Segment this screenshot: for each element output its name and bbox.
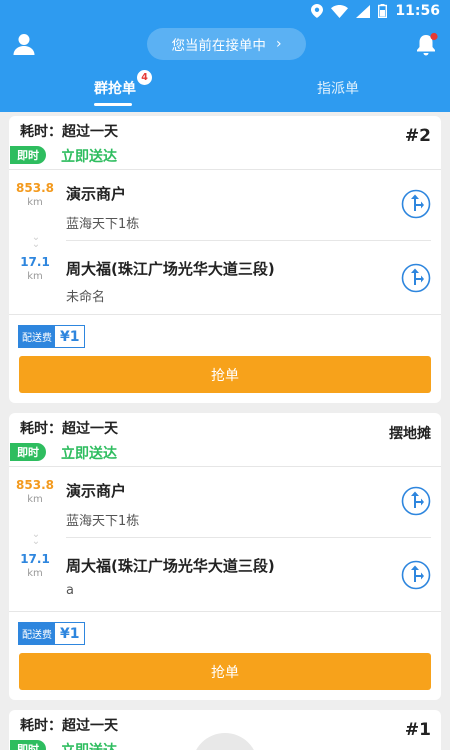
order-tag: 摆地摊	[389, 426, 431, 442]
navigate-icon[interactable]	[401, 486, 431, 516]
pickup-distance-value: 853.8	[16, 478, 54, 492]
dropoff-distance-unit: km	[27, 271, 43, 282]
dropoff-distance-value: 17.1	[20, 552, 50, 566]
order-card[interactable]: 耗时：超过一天 摆地摊 即时 立即送达 853.8 km 演示商户 蓝海天下1栋…	[9, 413, 441, 700]
location-icon	[311, 4, 324, 18]
elapsed-time: 耗时：超过一天	[20, 718, 118, 734]
chevron-right-icon: ›	[275, 36, 282, 52]
receiving-status-text: 您当前在接单中	[171, 38, 266, 54]
route-arrow-icon: ⌄ ⌄	[31, 232, 41, 250]
pickup-detail: 蓝海天下1栋	[66, 217, 140, 232]
delivery-mode: 立即送达	[61, 740, 117, 750]
dropoff-distance-unit: km	[27, 568, 43, 579]
app-header: 11:56 您当前在接单中 › 群抢单 4 指派单	[0, 0, 450, 112]
tab-group-grab[interactable]: 群抢单	[85, 76, 145, 100]
delivery-mode: 立即送达	[61, 446, 117, 462]
navigate-icon[interactable]	[401, 189, 431, 219]
divider	[9, 314, 441, 315]
dropoff-detail: 未命名	[66, 290, 106, 305]
delivery-fee: 配送费 ¥1	[18, 622, 86, 645]
dropoff-name: 周大福(珠江广场光华大道三段)	[66, 557, 275, 575]
tab-assigned-label: 指派单	[317, 81, 359, 97]
dropoff-distance: 17.1 km	[15, 552, 55, 579]
divider	[66, 537, 431, 538]
delivery-fee-label: 配送费	[19, 326, 55, 347]
delivery-fee-value: ¥1	[55, 623, 85, 644]
pickup-distance: 853.8 km	[15, 181, 55, 208]
divider	[66, 240, 431, 241]
instant-badge: 即时	[10, 740, 46, 750]
divider	[9, 169, 441, 170]
dropoff-distance: 17.1 km	[15, 255, 55, 282]
user-icon[interactable]	[12, 32, 36, 56]
delivery-fee-value: ¥1	[55, 326, 85, 347]
status-bar: 11:56	[0, 0, 450, 24]
bell-icon[interactable]	[414, 31, 440, 57]
instant-badge: 即时	[10, 443, 46, 461]
dropoff-detail: a	[66, 583, 74, 598]
pickup-distance-value: 853.8	[16, 181, 54, 195]
status-time: 11:56	[395, 3, 440, 19]
navigate-icon[interactable]	[401, 560, 431, 590]
receiving-status-pill[interactable]: 您当前在接单中 ›	[147, 28, 306, 60]
wifi-icon	[331, 4, 349, 18]
pickup-distance-unit: km	[27, 494, 43, 505]
tab-assigned[interactable]: 指派单	[308, 76, 368, 100]
order-tag: #2	[404, 126, 431, 146]
tab-group-grab-label: 群抢单	[94, 81, 136, 97]
battery-icon	[378, 4, 388, 18]
signal-icon	[356, 4, 371, 18]
divider	[9, 611, 441, 612]
pickup-distance: 853.8 km	[15, 478, 55, 505]
grab-order-button[interactable]: 抢单	[19, 356, 431, 393]
pickup-distance-unit: km	[27, 197, 43, 208]
instant-badge: 即时	[10, 146, 46, 164]
active-tab-indicator	[94, 103, 132, 106]
status-icons: 11:56	[311, 3, 440, 19]
dropoff-distance-value: 17.1	[20, 255, 50, 269]
pickup-detail: 蓝海天下1栋	[66, 514, 140, 529]
route-arrow-icon: ⌄ ⌄	[31, 529, 41, 547]
dropoff-name: 周大福(珠江广场光华大道三段)	[66, 260, 275, 278]
navigate-icon[interactable]	[401, 263, 431, 293]
elapsed-time: 耗时：超过一天	[20, 421, 118, 437]
order-tag: #1	[404, 720, 431, 740]
pickup-name: 演示商户	[66, 482, 127, 500]
divider	[9, 466, 441, 467]
grab-order-button[interactable]: 抢单	[19, 653, 431, 690]
delivery-mode: 立即送达	[61, 149, 117, 165]
order-card[interactable]: 耗时：超过一天 #2 即时 立即送达 853.8 km 演示商户 蓝海天下1栋 …	[9, 116, 441, 403]
delivery-fee-label: 配送费	[19, 623, 55, 644]
tab-badge-count: 4	[137, 70, 152, 85]
elapsed-time: 耗时：超过一天	[20, 124, 118, 140]
pickup-name: 演示商户	[66, 185, 127, 203]
delivery-fee: 配送费 ¥1	[18, 325, 86, 348]
